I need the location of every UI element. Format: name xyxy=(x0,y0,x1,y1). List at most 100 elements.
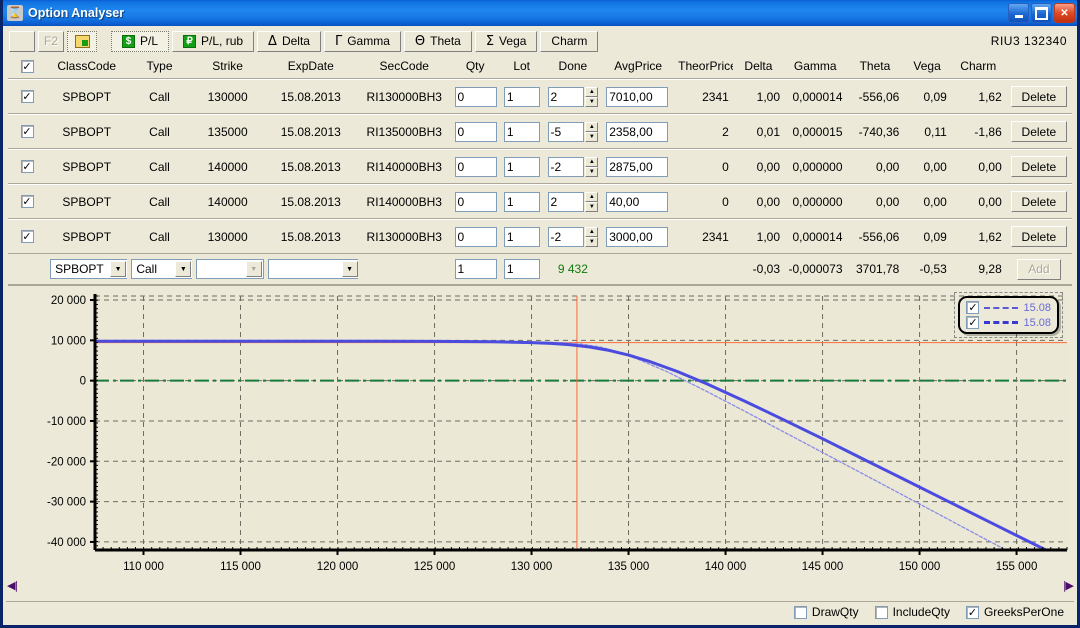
row-checkbox[interactable]: ✓ xyxy=(21,195,34,208)
tab-pl[interactable]: $ P/L xyxy=(111,31,169,52)
qty-input[interactable]: 0 xyxy=(455,192,497,212)
legend-checkbox[interactable]: ✓ xyxy=(966,316,979,329)
qty-input[interactable]: 0 xyxy=(455,87,497,107)
table-row[interactable]: ✓ SPBOPT Call 140000 15.08.2013 RI140000… xyxy=(8,184,1072,219)
row-select[interactable]: ✓ xyxy=(8,125,46,138)
table-row[interactable]: ✓ SPBOPT Call 130000 15.08.2013 RI130000… xyxy=(8,79,1072,114)
tab-charm[interactable]: Charm xyxy=(540,31,598,52)
legend-checkbox[interactable]: ✓ xyxy=(966,301,979,314)
avgprice-input[interactable]: 40,00 xyxy=(606,192,668,212)
stepper-down-icon[interactable]: ▼ xyxy=(585,132,598,142)
row-select[interactable]: ✓ xyxy=(8,230,46,243)
table-row[interactable]: ✓ SPBOPT Call 135000 15.08.2013 RI135000… xyxy=(8,114,1072,149)
avgprice-input[interactable]: 3000,00 xyxy=(606,227,668,247)
stepper-up-icon[interactable]: ▲ xyxy=(585,122,598,132)
stepper-up-icon[interactable]: ▲ xyxy=(585,227,598,237)
done-stepper[interactable]: ▲▼ xyxy=(585,227,598,247)
add-button[interactable]: Add xyxy=(1017,259,1060,280)
row-checkbox[interactable]: ✓ xyxy=(21,90,34,103)
stepper-up-icon[interactable]: ▲ xyxy=(585,157,598,167)
stepper-up-icon[interactable]: ▲ xyxy=(585,192,598,202)
chevron-down-icon[interactable]: ▼ xyxy=(110,261,126,277)
cell-lot: 1 xyxy=(500,87,544,107)
add-lot-input[interactable]: 1 xyxy=(504,259,540,279)
table-row[interactable]: ✓ SPBOPT Call 140000 15.08.2013 RI140000… xyxy=(8,149,1072,184)
legend-item-1[interactable]: ✓ 15.08 xyxy=(966,316,1051,329)
greeksperone-checkbox[interactable]: ✓ xyxy=(966,606,979,619)
table-row[interactable]: ✓ SPBOPT Call 130000 15.08.2013 RI130000… xyxy=(8,219,1072,254)
row-checkbox[interactable]: ✓ xyxy=(21,125,34,138)
type-select[interactable]: Call ▼ xyxy=(131,259,191,279)
close-button[interactable]: ✕ xyxy=(1054,3,1075,23)
expdate-select[interactable]: ▼ xyxy=(268,259,358,279)
avgprice-input[interactable]: 7010,00 xyxy=(606,87,668,107)
lot-input[interactable]: 1 xyxy=(504,122,540,142)
chevron-down-icon[interactable]: ▼ xyxy=(342,261,358,277)
drawqty-option[interactable]: DrawQty xyxy=(794,605,859,619)
lot-input[interactable]: 1 xyxy=(504,87,540,107)
cell-avgprice: 3000,00 xyxy=(602,227,674,247)
delete-button[interactable]: Delete xyxy=(1011,226,1068,247)
chevron-down-icon[interactable]: ▼ xyxy=(246,261,262,277)
toolbar-blank-button[interactable] xyxy=(9,31,35,52)
header-strike: Strike xyxy=(192,59,264,73)
delete-button[interactable]: Delete xyxy=(1011,86,1068,107)
qty-input[interactable]: 0 xyxy=(455,157,497,177)
stepper-down-icon[interactable]: ▼ xyxy=(585,237,598,247)
done-stepper[interactable]: ▲▼ xyxy=(585,157,598,177)
row-checkbox[interactable]: ✓ xyxy=(21,230,34,243)
tab-theta[interactable]: Θ Theta xyxy=(404,31,472,52)
qty-input[interactable]: 0 xyxy=(455,122,497,142)
toolbar-f2-button[interactable]: F2 xyxy=(38,31,64,52)
select-all-checkbox[interactable]: ✓ xyxy=(21,60,34,73)
avgprice-input[interactable]: 2875,00 xyxy=(606,157,668,177)
maximize-button[interactable] xyxy=(1031,3,1052,23)
stepper-up-icon[interactable]: ▲ xyxy=(585,87,598,97)
done-input[interactable]: -2 xyxy=(548,227,585,247)
done-input[interactable]: 2 xyxy=(548,192,585,212)
done-stepper[interactable]: ▲▼ xyxy=(585,87,598,107)
done-stepper[interactable]: ▲▼ xyxy=(585,192,598,212)
row-select[interactable]: ✓ xyxy=(8,195,46,208)
chevron-down-icon[interactable]: ▼ xyxy=(175,261,191,277)
classcode-select[interactable]: SPBOPT ▼ xyxy=(50,259,127,279)
strike-select[interactable]: ▼ xyxy=(196,259,264,279)
greeksperone-option[interactable]: ✓ GreeksPerOne xyxy=(966,605,1064,619)
add-qty-input[interactable]: 1 xyxy=(455,259,497,279)
row-select[interactable]: ✓ xyxy=(8,90,46,103)
toolbar-snapshot-button[interactable] xyxy=(67,31,97,52)
tab-gamma[interactable]: Γ Gamma xyxy=(324,31,401,52)
row-checkbox[interactable]: ✓ xyxy=(21,160,34,173)
stepper-down-icon[interactable]: ▼ xyxy=(585,97,598,107)
legend-item-0[interactable]: ✓ 15.08 xyxy=(966,301,1051,314)
scroll-right-icon[interactable]: |▶ xyxy=(1063,579,1073,592)
avgprice-input[interactable]: 2358,00 xyxy=(606,122,668,142)
includeqty-checkbox[interactable] xyxy=(875,606,888,619)
tab-pl-rub[interactable]: ₽ P/L, rub xyxy=(172,31,254,52)
delete-button[interactable]: Delete xyxy=(1011,156,1068,177)
scroll-left-icon[interactable]: ◀| xyxy=(7,579,17,592)
qty-input[interactable]: 0 xyxy=(455,227,497,247)
drawqty-checkbox[interactable] xyxy=(794,606,807,619)
done-input[interactable]: 2 xyxy=(548,87,585,107)
header-select-all[interactable]: ✓ xyxy=(8,60,46,73)
delete-button[interactable]: Delete xyxy=(1011,191,1068,212)
row-select[interactable]: ✓ xyxy=(8,160,46,173)
chart-legend[interactable]: ✓ 15.08 ✓ 15.08 xyxy=(958,296,1059,334)
tab-vega[interactable]: Σ Vega xyxy=(475,31,538,52)
done-input[interactable]: -5 xyxy=(548,122,585,142)
stepper-down-icon[interactable]: ▼ xyxy=(585,202,598,212)
includeqty-option[interactable]: IncludeQty xyxy=(875,605,950,619)
lot-input[interactable]: 1 xyxy=(504,157,540,177)
delete-button[interactable]: Delete xyxy=(1011,121,1068,142)
lot-input[interactable]: 1 xyxy=(504,227,540,247)
svg-text:-30 000: -30 000 xyxy=(47,497,86,509)
chart-canvas[interactable]: 20 00010 0000-10 000-20 000-30 000-40 00… xyxy=(9,290,1077,578)
stepper-down-icon[interactable]: ▼ xyxy=(585,167,598,177)
lot-input[interactable]: 1 xyxy=(504,192,540,212)
done-stepper[interactable]: ▲▼ xyxy=(585,122,598,142)
payoff-chart[interactable]: 20 00010 0000-10 000-20 000-30 000-40 00… xyxy=(9,290,1071,578)
minimize-button[interactable] xyxy=(1008,3,1029,23)
done-input[interactable]: -2 xyxy=(548,157,585,177)
tab-delta[interactable]: Δ Delta xyxy=(257,31,321,52)
